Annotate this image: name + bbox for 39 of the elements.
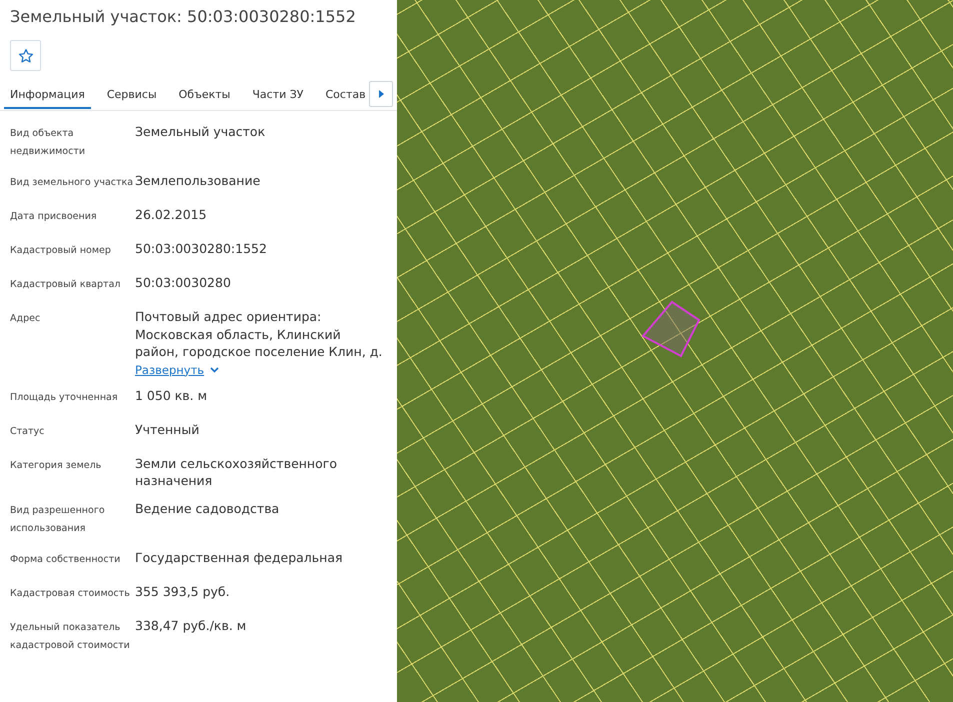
tab[interactable]: Сервисы (100, 81, 163, 109)
expand-link[interactable]: Развернуть (135, 362, 220, 376)
field-label: Вид объекта недвижимости (10, 127, 86, 159)
field-value: 26.02.2015 (135, 206, 207, 224)
field-value: Землепользование (135, 172, 260, 190)
field-label: Вид земельного участка (10, 176, 134, 190)
field-label: Кадастровая стоимость (10, 586, 131, 600)
field-label: Кадастровый номер (10, 244, 112, 258)
field-value: 355 393,5 руб. (135, 582, 230, 600)
field-label: Форма собственности (10, 552, 122, 566)
field-value: Учтенный (135, 420, 200, 438)
tab[interactable]: Состав (320, 81, 372, 109)
field-value: 338,47 руб./кв. м (135, 616, 246, 634)
tab[interactable]: Информация (4, 81, 91, 109)
triangle-right-icon (378, 90, 384, 98)
field-value: Ведение садоводства (135, 500, 280, 517)
field-label: Вид разрешенного использования (10, 504, 106, 536)
field-label: Адрес (10, 312, 42, 326)
field-value: Почтовый адрес ориентира: Московская область, Клинский район, городское поселение Клин, д. (135, 308, 384, 360)
field-value: Государственная федеральная (135, 548, 343, 566)
scroll-right-button[interactable] (369, 81, 393, 107)
field-label: Категория земель (10, 458, 102, 472)
chevron-down-icon (210, 366, 220, 372)
tab[interactable]: Объекты (172, 81, 236, 109)
field-value: 50:03:0030280 (135, 274, 231, 292)
field-label: Дата присвоения (10, 210, 98, 224)
tab[interactable]: Части ЗУ (246, 81, 310, 109)
field-label: Удельный показатель кадастровой стоимости (10, 620, 131, 652)
star-icon (18, 48, 34, 64)
field-label: Площадь уточненная (10, 390, 119, 404)
panel-title: Земельный участок: 50:03:0030280:1552 (9, 6, 357, 26)
field-value: 50:03:0030280:1552 (135, 240, 267, 258)
field-value: Земельный участок (135, 123, 266, 140)
selected-parcel (641, 300, 700, 358)
field-value: Земли сельскохозяйственного назначения (135, 454, 338, 490)
field-label: Статус (10, 424, 46, 438)
favorite-button[interactable] (10, 40, 41, 71)
field-label: Кадастровый квартал (10, 278, 122, 292)
field-value: 1 050 кв. м (135, 386, 208, 404)
